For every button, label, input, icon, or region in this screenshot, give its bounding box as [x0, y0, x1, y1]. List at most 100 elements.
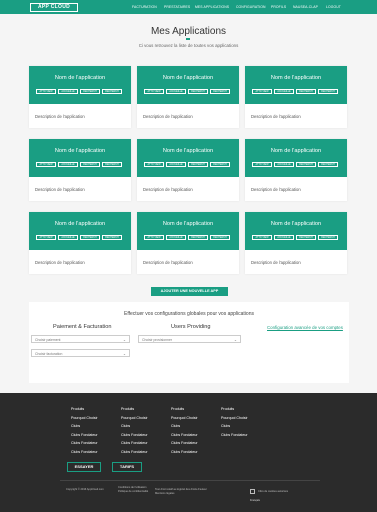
provider-select[interactable]: Choisir provisionner ⌄: [138, 335, 241, 343]
card-header: Nom de l'application ATTO VIEW ACCUEILLE…: [29, 212, 131, 250]
card-button[interactable]: RECHERCH: [102, 235, 122, 240]
app-name: Nom de l'application: [162, 75, 214, 81]
chevron-down-icon: ⌄: [122, 351, 126, 356]
footer-link[interactable]: Pourquoi Choisir: [171, 416, 198, 420]
footer-link[interactable]: Produits: [71, 407, 98, 411]
card-button[interactable]: ATTO VIEW: [36, 89, 56, 94]
app-name: Nom de l'application: [162, 221, 214, 227]
card-button[interactable]: RECHERCH: [188, 162, 208, 167]
card-button[interactable]: ATTO VIEW: [252, 89, 272, 94]
card-button[interactable]: RECHERCH: [318, 162, 338, 167]
footer-link[interactable]: Clubs Fondateur: [171, 441, 198, 445]
app-name: Nom de l'application: [54, 221, 106, 227]
nav-prestataires[interactable]: PRESTATAIRES: [164, 5, 190, 9]
app-card[interactable]: Nom de l'application ATTO VIEW ACCUEILLE…: [29, 66, 131, 128]
card-button[interactable]: RECHERCH: [80, 162, 100, 167]
footer-link[interactable]: Clubs Fondateur: [121, 441, 148, 445]
card-button[interactable]: ATTO VIEW: [144, 162, 164, 167]
card-button[interactable]: ATTO VIEW: [144, 89, 164, 94]
nav-facturation[interactable]: FACTURATION: [132, 5, 157, 9]
card-button[interactable]: ACCUEILLE: [58, 89, 78, 94]
card-button[interactable]: ACCUEILLE: [274, 89, 294, 94]
card-button[interactable]: RECHERCH: [210, 235, 230, 240]
app-card[interactable]: Nom de l'application ATTO VIEW ACCUEILLE…: [29, 212, 131, 274]
card-button[interactable]: ACCUEILLE: [58, 162, 78, 167]
card-button[interactable]: RECHERCH: [210, 89, 230, 94]
payment-select[interactable]: Choisir paiement ⌄: [31, 335, 130, 343]
footer-link[interactable]: Produits: [171, 407, 198, 411]
app-card[interactable]: Nom de l'application ATTO VIEW ACCUEILLE…: [245, 139, 347, 201]
nav-nausea-clap[interactable]: NAUSEA-CLAP: [293, 5, 318, 9]
card-button[interactable]: ACCUEILLE: [58, 235, 78, 240]
advanced-config-link[interactable]: Configuration avancée de vos comptes: [267, 325, 343, 330]
card-button[interactable]: ACCUEILLE: [274, 235, 294, 240]
footer-link[interactable]: Clubs Fondateur: [71, 450, 98, 454]
checkbox-label: Clics de cookies autorisés: [258, 490, 288, 493]
legal-link[interactable]: Conditions de l'utilisation: [118, 486, 146, 489]
card-button[interactable]: RECHERCH: [188, 89, 208, 94]
card-button[interactable]: ATTO VIEW: [252, 162, 272, 167]
footer-column: Produits Pourquoi Choisir Clubs Clubs Fo…: [121, 407, 148, 459]
card-button[interactable]: ACCUEILLE: [166, 235, 186, 240]
card-button[interactable]: RECHERCH: [318, 89, 338, 94]
footer-link[interactable]: Clubs Fondateur: [221, 433, 248, 437]
app-card[interactable]: Nom de l'application ATTO VIEW ACCUEILLE…: [245, 212, 347, 274]
card-button[interactable]: ATTO VIEW: [144, 235, 164, 240]
app-card[interactable]: Nom de l'application ATTO VIEW ACCUEILLE…: [29, 139, 131, 201]
footer-link[interactable]: Clubs Fondateur: [121, 433, 148, 437]
footer-link[interactable]: Pourquoi Choisir: [221, 416, 248, 420]
footer-link[interactable]: Clubs Fondateur: [171, 433, 198, 437]
add-app-button[interactable]: AJOUTER UNE NOUVELLE APP: [151, 287, 228, 296]
app-card[interactable]: Nom de l'application ATTO VIEW ACCUEILLE…: [137, 66, 239, 128]
footer-link[interactable]: Clubs Fondateur: [71, 433, 98, 437]
app-card[interactable]: Nom de l'application ATTO VIEW ACCUEILLE…: [137, 212, 239, 274]
footer-link[interactable]: Clubs Fondateur: [71, 441, 98, 445]
card-button[interactable]: RECHERCH: [296, 89, 316, 94]
footer-link[interactable]: Clubs Fondateur: [171, 450, 198, 454]
cookie-checkbox[interactable]: [250, 489, 255, 494]
card-button[interactable]: ATTO VIEW: [36, 235, 56, 240]
card-button[interactable]: RECHERCH: [296, 235, 316, 240]
card-button[interactable]: RECHERCH: [188, 235, 208, 240]
footer-link[interactable]: Clubs: [171, 424, 198, 428]
card-header: Nom de l'application ATTO VIEW ACCUEILLE…: [29, 139, 131, 177]
nav-logout[interactable]: LOGOUT: [326, 5, 341, 9]
app-card[interactable]: Nom de l'application ATTO VIEW ACCUEILLE…: [137, 139, 239, 201]
app-card[interactable]: Nom de l'application ATTO VIEW ACCUEILLE…: [245, 66, 347, 128]
footer-link[interactable]: Clubs: [221, 424, 248, 428]
footer-link[interactable]: Clubs: [71, 424, 98, 428]
card-button[interactable]: ATTO VIEW: [252, 235, 272, 240]
legal-link[interactable]: Mentions légales: [155, 492, 174, 495]
card-button[interactable]: RECHERCH: [102, 89, 122, 94]
card-button[interactable]: RECHERCH: [80, 89, 100, 94]
footer-link[interactable]: Pourquoi Choisir: [71, 416, 98, 420]
card-button[interactable]: ACCUEILLE: [166, 89, 186, 94]
try-button[interactable]: ESSAYER: [67, 462, 101, 472]
nav-mes-applications[interactable]: MES APPLICATIONS: [195, 5, 229, 9]
legal-link[interactable]: Politique de confidentialité: [118, 490, 148, 493]
users-label: Users Providing: [171, 324, 211, 330]
app-logo[interactable]: APP CLOUD: [30, 3, 78, 12]
card-button[interactable]: ACCUEILLE: [274, 162, 294, 167]
card-button[interactable]: RECHERCH: [80, 235, 100, 240]
app-name: Nom de l'application: [162, 148, 214, 154]
card-button[interactable]: RECHERCH: [296, 162, 316, 167]
footer-link[interactable]: Clubs: [121, 424, 148, 428]
card-button[interactable]: ATTO VIEW: [36, 162, 56, 167]
card-header: Nom de l'application ATTO VIEW ACCUEILLE…: [137, 66, 239, 104]
nav-configuration[interactable]: CONFIGURATION: [236, 5, 266, 9]
card-button[interactable]: RECHERCH: [210, 162, 230, 167]
card-button[interactable]: RECHERCH: [318, 235, 338, 240]
nav-profils[interactable]: PROFILS: [271, 5, 286, 9]
billing-select[interactable]: Choisir facturation ⌄: [31, 349, 130, 357]
language-selector[interactable]: Français: [250, 499, 260, 502]
legal-link[interactable]: Tout droit relatif au logiciel des droit…: [155, 488, 207, 491]
select-value: Choisir provisionner: [142, 337, 172, 342]
prices-button[interactable]: TARIFS: [112, 462, 142, 472]
footer-link[interactable]: Pourquoi Choisir: [121, 416, 148, 420]
card-button[interactable]: RECHERCH: [102, 162, 122, 167]
footer-link[interactable]: Clubs Fondateur: [121, 450, 148, 454]
footer-link[interactable]: Produits: [121, 407, 148, 411]
card-button[interactable]: ACCUEILLE: [166, 162, 186, 167]
footer-link[interactable]: Produits: [221, 407, 248, 411]
